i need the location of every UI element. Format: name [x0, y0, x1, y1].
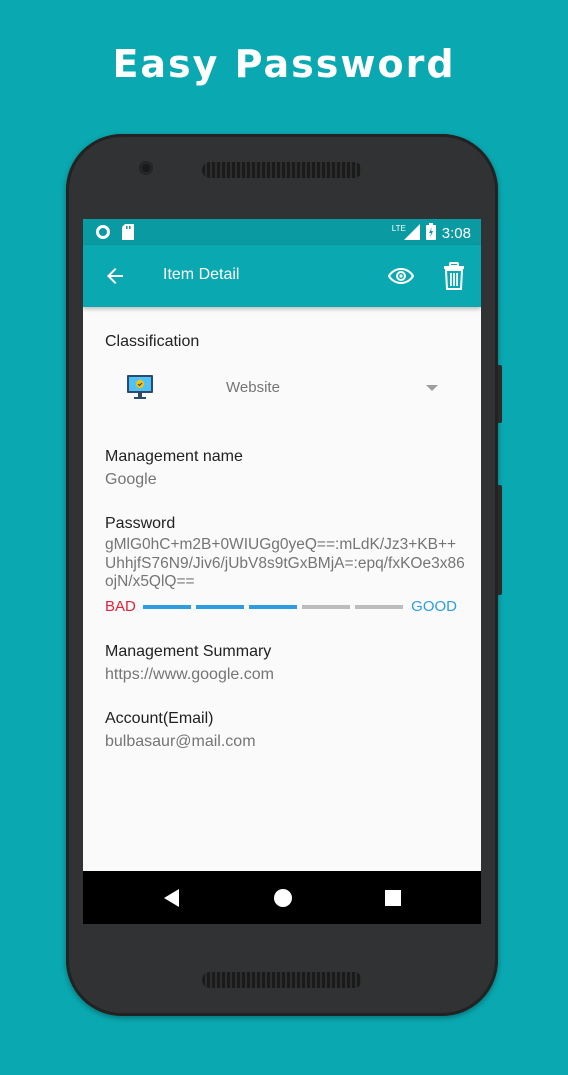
management-name-value: Google [105, 471, 157, 488]
arrow-back-icon[interactable] [103, 264, 127, 288]
strength-segment [249, 605, 297, 609]
strength-segment [355, 605, 403, 609]
strength-segment [302, 605, 350, 609]
account-label: Account(Email) [105, 710, 214, 727]
strength-segment [196, 605, 244, 609]
strength-segment [143, 605, 191, 609]
password-value: gMlG0hC+m2B+0WIUGg0yeQ==:mLdK/Jz3+KB++Uh… [105, 536, 465, 590]
management-summary-value: https://www.google.com [105, 666, 274, 683]
management-summary-label: Management Summary [105, 643, 272, 660]
status-bar: LTE 3:08 [83, 219, 481, 245]
password-strength-meter: BAD GOOD [105, 598, 457, 616]
management-name-label: Management name [105, 448, 243, 465]
battery-icon [425, 223, 436, 244]
app-screen: LTE 3:08 Item Detail Classification Webs… [83, 219, 481, 924]
monitor-icon [126, 373, 154, 401]
password-label: Password [105, 515, 176, 532]
trash-icon[interactable] [443, 262, 465, 290]
lte-label: LTE [391, 224, 406, 233]
chevron-down-icon[interactable] [426, 385, 438, 391]
front-camera [139, 161, 153, 175]
strength-good-label: GOOD [411, 598, 457, 615]
nav-home-icon[interactable] [273, 888, 293, 913]
app-bar: Item Detail [83, 245, 481, 307]
nav-recents-icon[interactable] [384, 889, 402, 912]
detail-content: Classification Website Management name G… [83, 307, 481, 924]
system-nav-bar [83, 871, 481, 924]
volume-button [498, 365, 502, 423]
top-speaker [202, 162, 362, 178]
clock: 3:08 [441, 225, 471, 242]
classification-label: Classification [105, 333, 200, 350]
signal-icon [403, 223, 420, 244]
eye-icon[interactable] [387, 264, 415, 288]
page-title: Item Detail [163, 266, 240, 283]
account-value: bulbasaur@mail.com [105, 733, 256, 750]
nav-back-icon[interactable] [163, 888, 181, 913]
bottom-speaker [202, 972, 362, 988]
promo-title: Easy Password [112, 42, 456, 86]
power-button [498, 485, 502, 595]
sync-icon [95, 224, 111, 244]
sd-card-icon [121, 224, 135, 244]
strength-bad-label: BAD [105, 598, 136, 615]
classification-select[interactable]: Website [226, 379, 280, 396]
